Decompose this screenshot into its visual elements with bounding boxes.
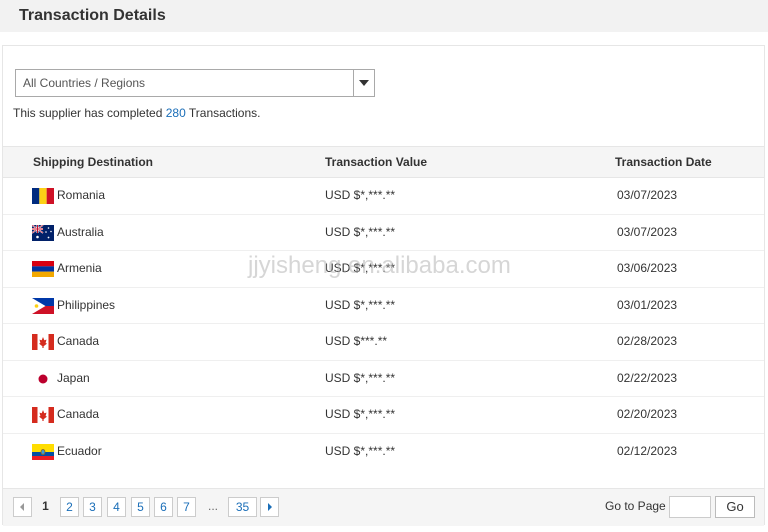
transaction-rows: Romania USD $*,***.** 03/07/2023 Austral… [3, 178, 764, 470]
transaction-summary: This supplier has completed 280 Transact… [13, 106, 260, 120]
destination-country: Armenia [57, 261, 102, 275]
summary-prefix: This supplier has completed [13, 106, 166, 120]
destination-country: Philippines [57, 297, 116, 312]
dropdown-toggle[interactable] [353, 70, 374, 96]
transaction-value: USD $*,***.** [325, 407, 396, 421]
table-row: Australia USD $*,***.** 03/07/2023 [3, 215, 764, 251]
column-header-date: Transaction Date [615, 155, 712, 169]
watermark: jjyisheng.en.alibaba.com [248, 252, 511, 279]
go-button[interactable]: Go [715, 496, 755, 518]
transaction-panel: All Countries / Regions This supplier ha… [2, 45, 765, 526]
destination-country: Canada [57, 407, 100, 421]
destination-country: Romania [57, 188, 106, 202]
destination-country: Ecuador [57, 443, 102, 458]
transaction-date: 03/07/2023 [617, 224, 678, 239]
transaction-date: 02/22/2023 [617, 370, 678, 385]
transaction-value: USD $*,***.** [325, 224, 396, 239]
destination-country: Canada [57, 334, 100, 348]
table-row: Canada USD $*,***.** 02/20/2023 [3, 397, 764, 434]
table-header: Shipping Destination Transaction Value T… [3, 146, 764, 178]
prev-page-button[interactable] [13, 497, 32, 517]
transaction-date: 02/20/2023 [617, 407, 678, 421]
transaction-count: 280 [165, 106, 186, 120]
transaction-date: 02/12/2023 [617, 443, 678, 458]
flag-japan-icon [32, 370, 54, 387]
page-link-6[interactable]: 6 [154, 497, 173, 517]
transaction-value: USD $*,***.** [325, 297, 396, 312]
destination-country: Australia [57, 224, 104, 239]
next-page-button[interactable] [260, 497, 279, 517]
flag-canada-icon [32, 334, 54, 350]
page-title: Transaction Details [19, 7, 166, 24]
column-header-destination: Shipping Destination [33, 155, 153, 169]
transaction-date: 03/01/2023 [617, 297, 678, 312]
transaction-date: 02/28/2023 [617, 334, 678, 348]
pagination-ellipsis: ... [208, 499, 219, 513]
goto-page-label: Go to Page [605, 499, 666, 513]
transaction-date: 03/06/2023 [617, 261, 678, 275]
flag-ecuador-icon [32, 443, 54, 460]
chevron-right-icon [268, 503, 272, 511]
flag-romania-icon [32, 188, 54, 204]
goto-page-input[interactable] [669, 496, 711, 518]
flag-philippines-icon [32, 297, 54, 314]
chevron-left-icon [20, 503, 24, 511]
transaction-value: USD $*,***.** [325, 443, 396, 458]
page-link-5[interactable]: 5 [131, 497, 150, 517]
column-header-value: Transaction Value [325, 155, 428, 169]
transaction-value: USD $*,***.** [325, 188, 396, 202]
pagination: 1 2 3 4 5 6 7 ... 35 Go to Page Go [3, 488, 764, 526]
table-row: Ecuador USD $*,***.** 02/12/2023 [3, 434, 764, 471]
summary-suffix: Transactions. [185, 106, 261, 120]
page-link-last[interactable]: 35 [228, 497, 257, 517]
table-row: Romania USD $*,***.** 03/07/2023 [3, 178, 764, 215]
page-link-4[interactable]: 4 [107, 497, 126, 517]
page-link-2[interactable]: 2 [60, 497, 79, 517]
page-link-3[interactable]: 3 [83, 497, 102, 517]
country-region-select[interactable]: All Countries / Regions [15, 69, 375, 97]
flag-canada-icon [32, 407, 54, 423]
flag-armenia-icon [32, 261, 54, 277]
flag-australia-icon [32, 224, 54, 241]
destination-country: Japan [57, 370, 90, 385]
page-link-7[interactable]: 7 [177, 497, 196, 517]
transaction-date: 03/07/2023 [617, 188, 678, 202]
transaction-value: USD $*,***.** [325, 370, 396, 385]
transaction-value: USD $***.** [325, 334, 388, 348]
caret-down-icon [359, 80, 369, 86]
section-header: Transaction Details [0, 0, 768, 32]
page-current: 1 [42, 499, 49, 513]
table-row: Philippines USD $*,***.** 03/01/2023 [3, 288, 764, 324]
table-row: Canada USD $***.** 02/28/2023 [3, 324, 764, 361]
table-row: Japan USD $*,***.** 02/22/2023 [3, 361, 764, 397]
select-value: All Countries / Regions [23, 76, 146, 90]
